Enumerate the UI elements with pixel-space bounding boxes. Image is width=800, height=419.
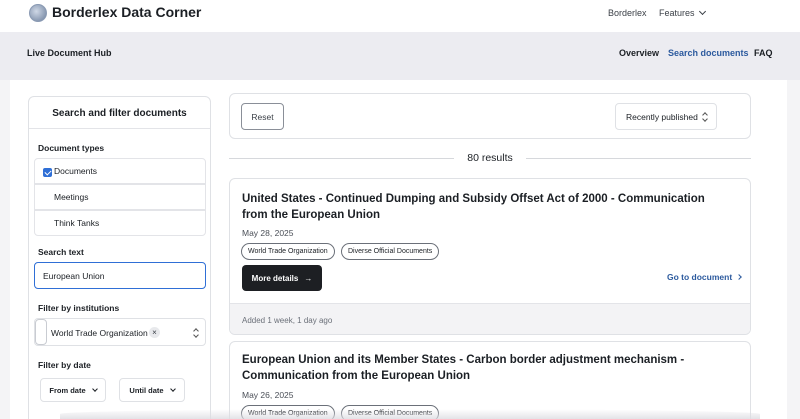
more-details-label: More details (251, 273, 299, 283)
divider (29, 128, 210, 129)
up-down-chevron-icon[interactable] (193, 328, 199, 338)
sort-value: Recently published (626, 111, 698, 122)
doc-type-documents[interactable]: Documents (34, 158, 206, 184)
chevron-right-icon (736, 274, 743, 280)
go-to-document-label: Go to document (667, 272, 733, 282)
result-date: May 26, 2025 (242, 390, 294, 400)
divider (526, 158, 751, 159)
nav-features-label: Features (659, 8, 695, 18)
search-text-label: Search text (38, 247, 84, 257)
chevron-down-icon (91, 385, 98, 392)
card-footer: Added 1 week, 1 day ago (230, 303, 750, 334)
from-date-label: From date (49, 385, 86, 395)
clear-icon[interactable]: × (149, 327, 160, 338)
institutions-label: Filter by institutions (38, 303, 120, 313)
chevron-down-icon (698, 7, 706, 16)
institution-chip-label: World Trade Organization (51, 328, 148, 338)
result-card: United States - Continued Dumping and Su… (229, 178, 751, 335)
arrow-right-icon: → (304, 273, 313, 283)
page-title: Live Document Hub (27, 48, 112, 58)
result-title[interactable]: United States - Continued Dumping and Su… (242, 191, 722, 223)
doc-type-meetings[interactable]: Meetings (34, 184, 206, 210)
go-to-document-link[interactable]: Go to document (667, 272, 743, 282)
sort-select[interactable]: Recently published (615, 103, 717, 130)
checkbox-unchecked-icon[interactable] (43, 194, 52, 203)
nav-borderlex-link[interactable]: Borderlex (608, 8, 647, 18)
nav-features-dropdown[interactable]: Features (659, 7, 706, 18)
doc-type-label: Think Tanks (54, 218, 100, 228)
tab-search-documents[interactable]: Search documents (668, 48, 749, 58)
up-down-chevron-icon (702, 112, 708, 122)
tag-badge[interactable]: Diverse Official Documents (341, 243, 440, 260)
result-title[interactable]: European Union and its Member States - C… (242, 352, 722, 384)
institutions-select[interactable]: World Trade Organization × (34, 318, 206, 346)
tab-overview[interactable]: Overview (619, 48, 659, 58)
until-date-button[interactable]: Until date (119, 378, 185, 402)
added-timestamp: Added 1 week, 1 day ago (242, 316, 333, 325)
search-text-input[interactable] (34, 262, 206, 289)
result-card: European Union and its Member States - C… (229, 341, 751, 419)
more-details-button[interactable]: More details → (242, 265, 322, 291)
tab-faq[interactable]: FAQ (754, 48, 773, 58)
filter-panel-title: Search and filter documents (52, 108, 187, 119)
from-date-button[interactable]: From date (40, 378, 106, 402)
chevron-down-icon (169, 385, 176, 392)
tag-badge[interactable]: World Trade Organization (241, 243, 335, 260)
doc-type-label: Documents (54, 166, 97, 176)
results-count: 80 results (467, 152, 513, 164)
select-handle[interactable] (35, 319, 47, 345)
results-toolbar: Reset Recently published (229, 93, 751, 139)
reset-button[interactable]: Reset (241, 103, 284, 130)
date-filter-label: Filter by date (38, 360, 91, 370)
checkbox-unchecked-icon[interactable] (43, 220, 52, 229)
brand-title[interactable]: Borderlex Data Corner (52, 4, 201, 20)
doc-type-think-tanks[interactable]: Think Tanks (34, 210, 206, 236)
top-bar: Borderlex Data Corner Borderlex Features (0, 0, 800, 32)
divider (229, 158, 454, 159)
result-date: May 28, 2025 (242, 228, 294, 238)
document-types-label: Document types (38, 143, 105, 153)
checkbox-checked-icon[interactable] (43, 168, 52, 177)
globe-logo-icon[interactable] (29, 4, 47, 22)
bottom-shadow (60, 409, 760, 419)
until-date-label: Until date (129, 385, 164, 395)
filter-panel: Search and filter documents Document typ… (28, 96, 211, 419)
doc-type-label: Meetings (54, 192, 89, 202)
